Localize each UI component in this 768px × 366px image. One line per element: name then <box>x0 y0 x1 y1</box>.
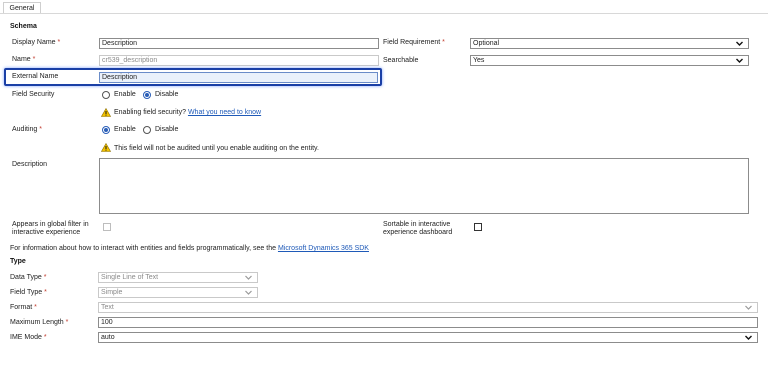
auditing-enable-radio[interactable] <box>102 126 110 134</box>
sdk-link[interactable]: Microsoft Dynamics 365 SDK <box>278 245 369 252</box>
required-asterisk: * <box>44 289 47 296</box>
section-type-heading: Type <box>10 258 26 265</box>
chevron-down-icon <box>744 303 753 312</box>
auditing-label-text: Auditing <box>12 126 38 133</box>
section-schema-heading: Schema <box>10 23 37 30</box>
required-asterisk: * <box>39 126 42 133</box>
auditing-enable-label: Enable <box>114 126 136 133</box>
format-label: Format * <box>10 303 37 312</box>
field-type-label-text: Field Type <box>10 289 43 296</box>
max-length-label-text: Maximum Length <box>10 319 64 326</box>
field-security-disable-label: Disable <box>155 91 179 98</box>
searchable-label: Searchable <box>383 57 419 64</box>
format-value: Text <box>101 304 114 311</box>
sortable-label-line1: Sortable in interactive <box>383 221 451 228</box>
required-asterisk: * <box>43 334 47 341</box>
display-name-label-text: Display Name <box>12 39 56 46</box>
global-filter-checkbox[interactable] <box>103 223 111 231</box>
auditing-label: Auditing * <box>12 125 42 134</box>
format-select[interactable]: Text <box>98 302 758 313</box>
display-name-input[interactable]: Description <box>99 38 379 49</box>
data-type-select[interactable]: Single Line of Text <box>98 272 258 283</box>
sdk-info-text: For information about how to interact wi… <box>10 245 276 252</box>
required-asterisk: * <box>57 39 61 46</box>
field-security-warning: Enabling field security? What you need t… <box>114 108 261 117</box>
field-security-label: Field Security <box>12 91 55 98</box>
sortable-label: Sortable in interactive experience dashb… <box>383 221 452 237</box>
format-label-text: Format <box>10 304 33 311</box>
field-security-enable-label: Enable <box>114 91 136 98</box>
required-asterisk: * <box>34 304 37 311</box>
auditing-disable-label: Disable <box>155 126 179 133</box>
field-security-warning-text: Enabling field security? <box>114 109 186 116</box>
searchable-value: Yes <box>473 57 485 64</box>
warning-icon <box>100 142 112 154</box>
external-name-input[interactable]: Description <box>99 72 378 83</box>
field-type-value: Simple <box>101 289 123 296</box>
required-asterisk: * <box>65 319 69 326</box>
name-label: Name * <box>12 55 35 64</box>
chevron-down-icon <box>244 273 253 282</box>
chevron-down-icon <box>735 56 744 65</box>
sdk-info: For information about how to interact wi… <box>10 244 369 253</box>
ime-mode-label-text: IME Mode <box>10 334 42 341</box>
auditing-disable-radio[interactable] <box>143 126 151 134</box>
required-asterisk: * <box>43 274 47 281</box>
sortable-label-line2: experience dashboard <box>383 229 453 236</box>
data-type-label: Data Type * <box>10 273 46 282</box>
auditing-warning: This field will not be audited until you… <box>114 145 319 152</box>
max-length-label: Maximum Length * <box>10 318 68 327</box>
data-type-label-text: Data Type <box>10 274 42 281</box>
display-name-label: Display Name * <box>12 38 60 47</box>
field-requirement-label: Field Requirement * <box>383 38 445 47</box>
name-label-text: Name <box>12 56 31 63</box>
warning-icon <box>100 107 112 119</box>
field-requirement-value: Optional <box>473 40 500 47</box>
ime-mode-label: IME Mode * <box>10 333 47 342</box>
name-input[interactable]: cr539_description <box>99 55 379 66</box>
global-filter-label: Appears in global filter in interactive … <box>12 221 89 237</box>
chevron-down-icon <box>744 333 753 342</box>
chevron-down-icon <box>735 39 744 48</box>
searchable-select[interactable]: Yes <box>470 55 749 66</box>
external-name-label: External Name <box>12 73 59 80</box>
required-asterisk: * <box>442 39 445 46</box>
sortable-checkbox[interactable] <box>474 223 482 231</box>
description-label: Description <box>12 161 48 168</box>
global-filter-label-line1: Appears in global filter in <box>12 221 89 228</box>
tab-divider <box>0 13 768 14</box>
required-asterisk: * <box>32 56 36 63</box>
what-you-need-to-know-link[interactable]: What you need to know <box>188 109 261 116</box>
chevron-down-icon <box>244 288 253 297</box>
field-requirement-select[interactable]: Optional <box>470 38 749 49</box>
global-filter-label-line2: interactive experience <box>12 229 81 236</box>
ime-mode-value: auto <box>101 334 115 341</box>
ime-mode-select[interactable]: auto <box>98 332 758 343</box>
field-security-disable-radio[interactable] <box>143 91 151 99</box>
field-type-label: Field Type * <box>10 288 47 297</box>
max-length-input[interactable]: 100 <box>98 317 758 328</box>
field-type-select[interactable]: Simple <box>98 287 258 298</box>
field-security-enable-radio[interactable] <box>102 91 110 99</box>
data-type-value: Single Line of Text <box>101 274 159 281</box>
field-requirement-label-text: Field Requirement <box>383 39 441 46</box>
description-textarea[interactable] <box>99 158 749 214</box>
